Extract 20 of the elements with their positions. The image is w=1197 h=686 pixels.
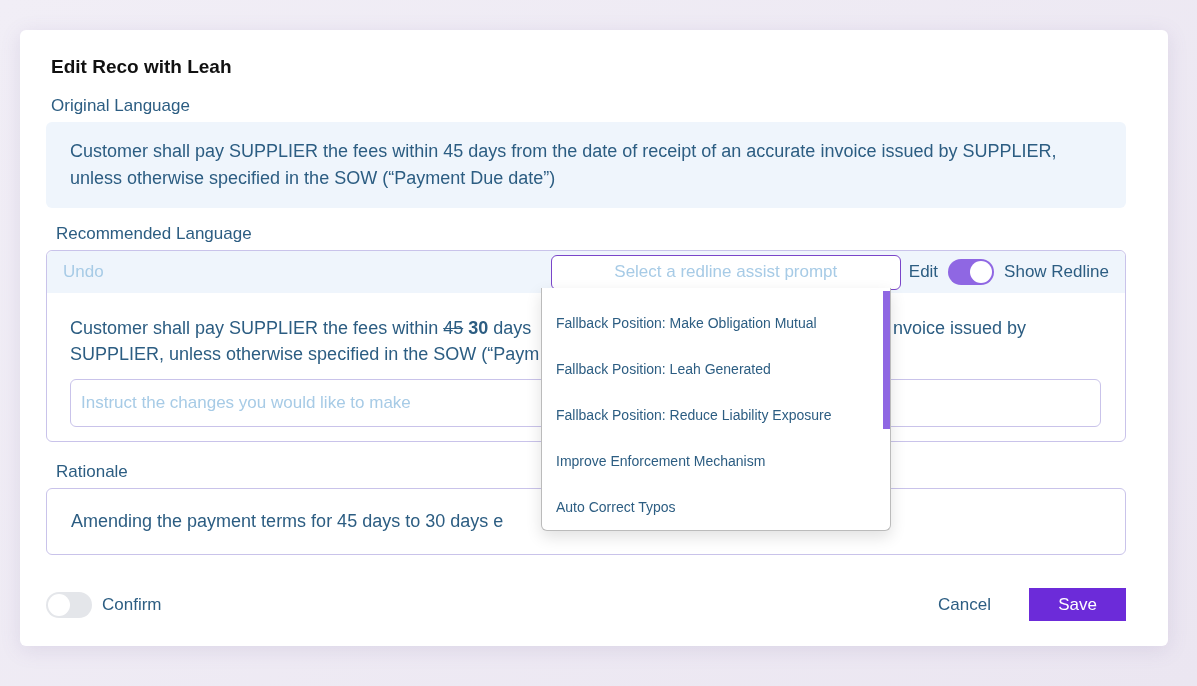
toggle-label: Confirm	[102, 594, 162, 615]
redline-toggle[interactable]	[948, 259, 995, 285]
cancel-button[interactable]: Cancel	[932, 593, 997, 616]
dropdown-option[interactable]: Fallback Position: Make Obligation Mutual	[542, 300, 876, 346]
dropdown-option[interactable]: Improve Enforcement Mechanism	[542, 438, 876, 484]
dropdown-option[interactable]: Fallback Position: Reduce Liability Exposure	[542, 392, 876, 438]
dropdown-option[interactable]: Fallback Position: Leah Generated	[542, 346, 876, 392]
save-button[interactable]: Save	[1029, 588, 1126, 621]
toggle-label: Show Redline	[1004, 262, 1109, 282]
section-label: Original Language	[51, 96, 190, 116]
clause-text: SUPPLIER, unless otherwise specified in the SOW (“Paym	[70, 343, 541, 366]
original-text: Customer shall pay SUPPLIER the fees within 45 days from the date of receipt of an accurate invoice issued by SUPPLIER, unless otherwise specified in the SOW (“Payment Due date”)	[46, 122, 1126, 208]
section-label: Recommended Language	[56, 224, 252, 244]
clause-text: nvoice issued by	[893, 317, 1028, 340]
section-label: Rationale	[56, 462, 128, 482]
clause-text: Customer shall pay SUPPLIER the fees within 45 30 days	[70, 317, 533, 340]
scrollbar-thumb[interactable]	[883, 291, 890, 429]
dialog-title: Edit Reco with Leah	[51, 56, 233, 78]
confirm-toggle[interactable]	[46, 591, 92, 618]
edit-label: Edit	[908, 262, 939, 282]
